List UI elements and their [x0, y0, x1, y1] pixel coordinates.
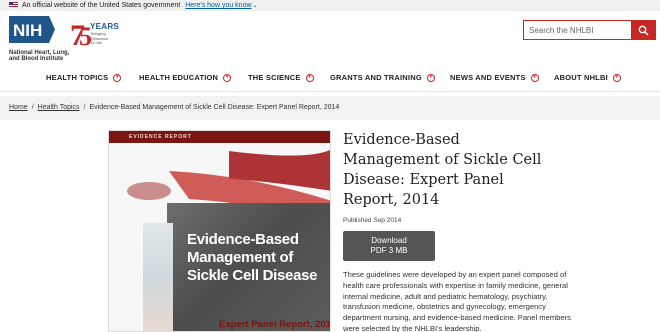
nav-label: HEALTH TOPICS [46, 73, 109, 82]
cover-subtitle: Expert Panel Report, 2014 [219, 319, 331, 330]
chevron-down-circle-icon: ▾ [530, 73, 539, 82]
publication-description: These guidelines were developed by an ex… [343, 270, 571, 332]
breadcrumb-separator: / [31, 104, 34, 111]
published-date: Published Sep 2014 [343, 217, 402, 224]
download-button[interactable]: Download PDF 3 MB [343, 231, 435, 261]
search-input[interactable] [524, 21, 631, 39]
breadcrumb-separator: / [83, 104, 86, 111]
nav-label: HEALTH EDUCATION [139, 73, 219, 82]
chevron-down-circle-icon: ▾ [305, 73, 314, 82]
cover-people-photos [143, 223, 173, 331]
nav-label: ABOUT NHLBI [554, 73, 608, 82]
search-button[interactable] [631, 21, 655, 39]
breadcrumb-health-topics[interactable]: Health Topics [38, 104, 80, 111]
report-cover-image: EVIDENCE REPORT Evidence-Based Managemen… [108, 130, 331, 332]
tagline-line-3: to Life [91, 40, 102, 46]
search-box [523, 20, 656, 40]
download-meta: PDF 3 MB [370, 246, 408, 255]
75-years-tagline: Bringing Research to Life [91, 31, 108, 46]
nav-health-education[interactable]: HEALTH EDUCATION ▾ [139, 73, 232, 82]
heres-how-you-know-link[interactable]: Here's how you know [185, 2, 251, 9]
page-title: Evidence-Based Management of Sickle Cell… [343, 132, 542, 208]
nav-grants-and-training[interactable]: GRANTS AND TRAINING ▾ [330, 73, 435, 82]
cover-title: Evidence-Based Management of Sickle Cell… [187, 231, 318, 285]
search-icon [638, 25, 649, 36]
us-flag-icon [9, 2, 18, 8]
breadcrumb-home[interactable]: Home [9, 104, 28, 111]
breadcrumb-current: Evidence-Based Management of Sickle Cell… [89, 104, 340, 111]
chevron-down-circle-icon: ▾ [612, 73, 621, 82]
breadcrumb: Home / Health Topics / Evidence-Based Manage… [0, 96, 660, 120]
nav-about-nhlbi[interactable]: ABOUT NHLBI ▾ [554, 73, 621, 82]
chevron-down-circle-icon: ▾ [426, 73, 435, 82]
chevron-down-icon[interactable]: ⌄ [253, 3, 258, 9]
gov-banner: An official website of the United States… [0, 0, 660, 11]
publication-details: Evidence-Based Management of Sickle Cell… [343, 130, 643, 332]
nav-news-and-events[interactable]: NEWS AND EVENTS ▾ [450, 73, 539, 82]
cover-title-line-3: Sickle Cell Disease [187, 267, 318, 284]
nav-label: THE SCIENCE [248, 73, 301, 82]
chevron-down-circle-icon: ▾ [113, 73, 122, 82]
nih-logo[interactable]: NIH National Heart, Lung, and Blood Inst… [9, 16, 69, 63]
chevron-down-circle-icon: ▾ [223, 73, 232, 82]
nav-label: GRANTS AND TRAINING [330, 73, 422, 82]
nav-label: NEWS AND EVENTS [450, 73, 526, 82]
nav-health-topics[interactable]: HEALTH TOPICS ▾ [46, 73, 122, 82]
cover-title-line-2: Management of [187, 249, 294, 266]
75-years-text: YEARS [90, 22, 120, 31]
gov-banner-text: An official website of the United States… [22, 2, 181, 9]
cover-title-line-1: Evidence-Based [187, 231, 299, 248]
download-label: Download [371, 236, 407, 245]
nih-logo-text: NIH [13, 21, 42, 40]
nih-logo-mark-icon: NIH [9, 16, 55, 43]
nav-the-science[interactable]: THE SCIENCE ▾ [248, 73, 314, 82]
main-nav: HEALTH TOPICS ▾ HEALTH EDUCATION ▾ THE SCI… [0, 60, 660, 92]
